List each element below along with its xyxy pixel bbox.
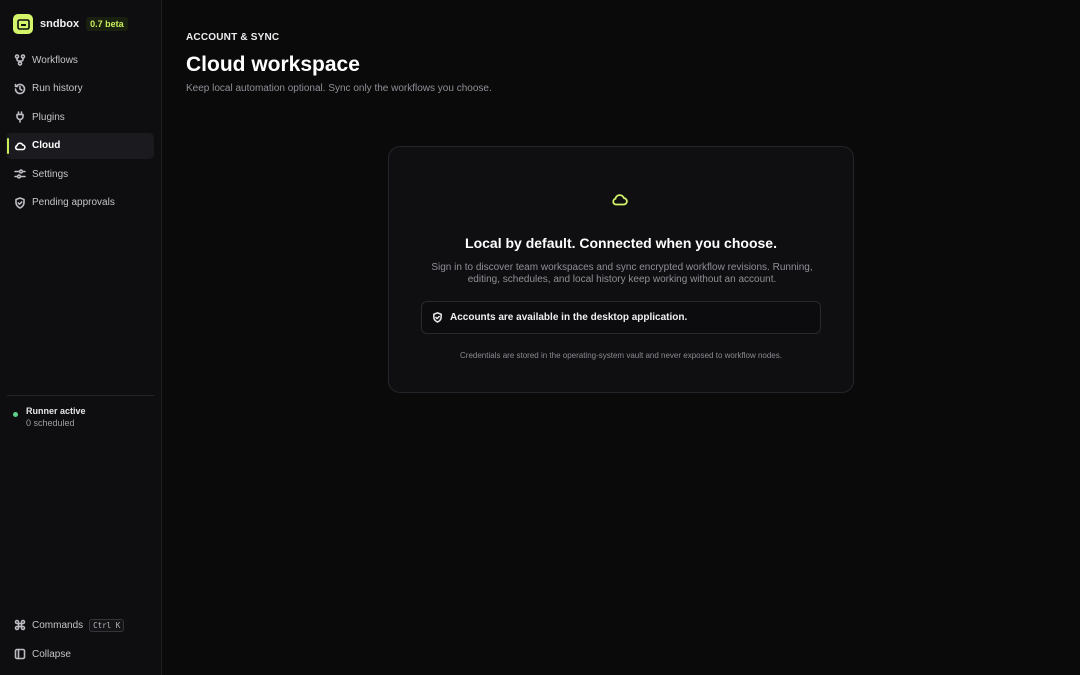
sndbox-logo-icon — [13, 14, 33, 34]
runner-status: Runner active 0 scheduled — [7, 395, 154, 429]
shield-check-icon — [433, 312, 442, 323]
sidebar-item-label: Settings — [32, 168, 69, 180]
credentials-note: Credentials are stored in the operating-… — [460, 351, 782, 360]
workflow-icon — [14, 54, 26, 66]
plug-icon — [14, 111, 26, 123]
history-icon — [14, 83, 26, 95]
sidebar-item-label: Run history — [32, 83, 83, 94]
accounts-notice: Accounts are available in the desktop ap… — [421, 301, 821, 334]
sidebar-nav: Workflows Run history Plugins Cloud Sett… — [6, 47, 154, 218]
status-dot — [13, 412, 18, 417]
sidebar-item-label: Plugins — [32, 111, 65, 123]
runner-subtitle: 0 scheduled — [26, 418, 75, 428]
sidebar: sndbox 0.7 beta Workflows Run history Pl… — [0, 0, 162, 675]
sidebar-footer: Commands Ctrl K Collapse — [6, 612, 154, 670]
page-subtitle: Keep local automation optional. Sync onl… — [186, 83, 492, 94]
sidebar-item-workflows[interactable]: Workflows — [6, 47, 154, 73]
runner-title: Runner active — [26, 406, 86, 416]
cloud-card: Local by default. Connected when you cho… — [388, 146, 854, 393]
brand[interactable]: sndbox 0.7 beta — [13, 14, 128, 34]
collapse-button[interactable]: Collapse — [6, 641, 154, 667]
card-description: Sign in to discover team workspaces and … — [431, 262, 813, 285]
sidebar-item-pending-approvals[interactable]: Pending approvals — [6, 190, 154, 216]
sidebar-item-cloud[interactable]: Cloud — [6, 132, 154, 159]
sliders-icon — [14, 168, 26, 180]
page-eyebrow: ACCOUNT & SYNC — [186, 32, 280, 43]
sidebar-item-plugins[interactable]: Plugins — [6, 104, 154, 130]
version-badge: 0.7 beta — [86, 17, 128, 31]
sidebar-item-label: Pending approvals — [32, 197, 115, 208]
page-title: Cloud workspace — [186, 53, 360, 76]
command-icon — [14, 619, 26, 631]
shield-icon — [14, 196, 26, 209]
commands-label: Commands — [32, 619, 84, 631]
sidebar-item-run-history[interactable]: Run history — [6, 76, 154, 102]
sidebar-item-settings[interactable]: Settings — [6, 161, 154, 187]
card-title: Local by default. Connected when you cho… — [465, 235, 777, 251]
app-name: sndbox — [40, 18, 80, 30]
notice-text: Accounts are available in the desktop ap… — [450, 312, 688, 323]
collapse-label: Collapse — [32, 648, 71, 660]
commands-shortcut: Ctrl K — [89, 618, 125, 632]
cloud-icon — [14, 140, 26, 152]
sidebar-item-label: Workflows — [32, 54, 78, 66]
cloud-icon — [611, 192, 629, 206]
main-content: ACCOUNT & SYNC Cloud workspace Keep loca… — [186, 0, 1080, 675]
sidebar-collapse-icon — [14, 648, 26, 660]
commands-button[interactable]: Commands Ctrl K — [6, 612, 154, 638]
sidebar-item-label: Cloud — [32, 140, 61, 151]
